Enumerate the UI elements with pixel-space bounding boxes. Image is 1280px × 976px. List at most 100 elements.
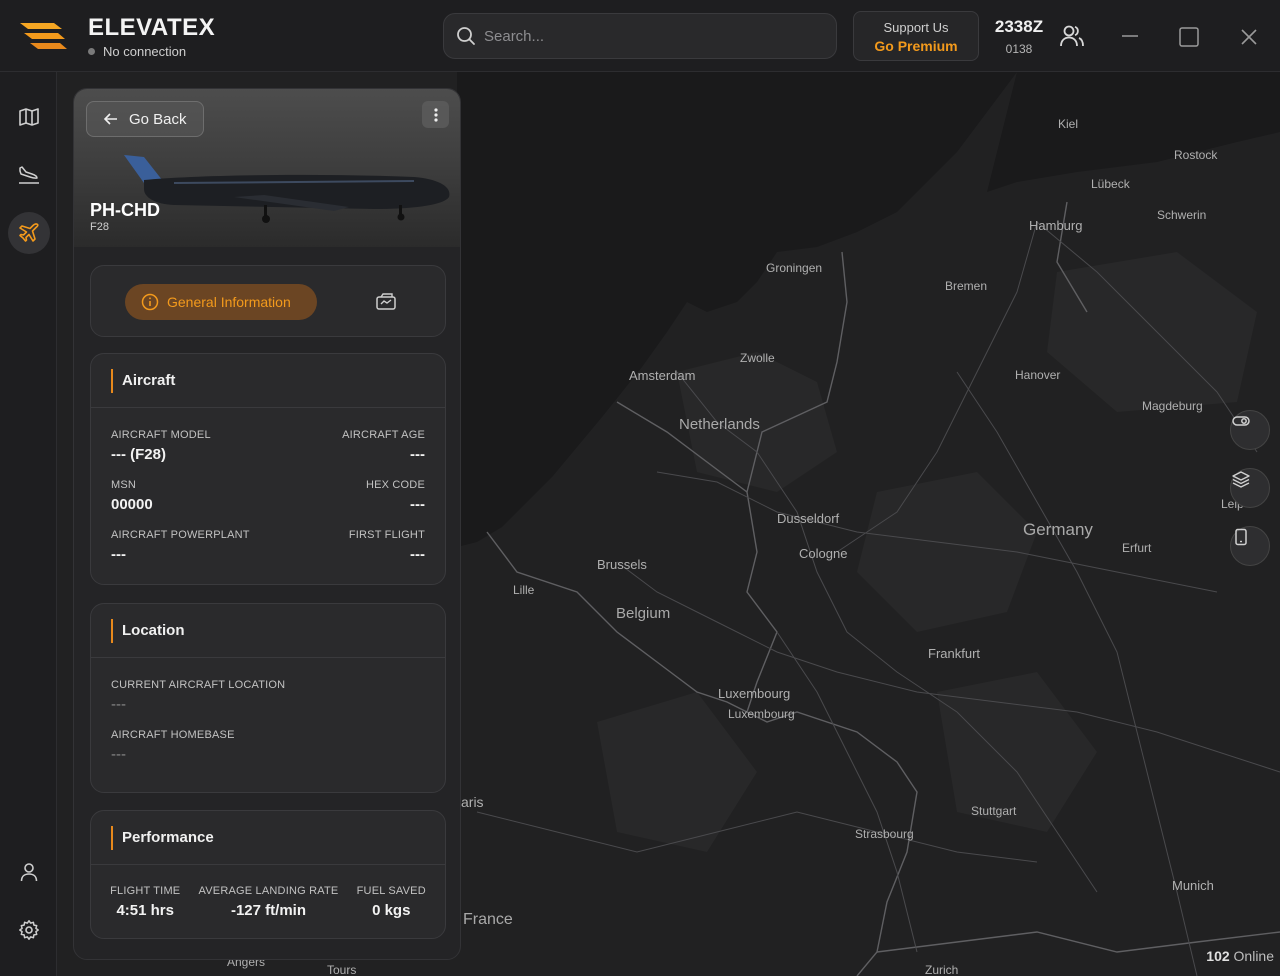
- map-device-button[interactable]: [1230, 526, 1270, 566]
- aircraft-hero: Go Back PH-CHD F28: [74, 89, 460, 247]
- aircraft-card: Aircraft AIRCRAFT MODEL --- (F28) AIRCRA…: [90, 353, 446, 585]
- sidebar-item-profile[interactable]: [8, 851, 50, 893]
- map-city-label: Amsterdam: [629, 368, 696, 383]
- map-layers-button[interactable]: [1230, 468, 1270, 508]
- aircraft-row: AIRCRAFT MODEL --- (F28) AIRCRAFT AGE --…: [91, 429, 445, 463]
- map-toggle-button[interactable]: [1230, 410, 1270, 450]
- field-value: 4:51 hrs: [116, 902, 174, 919]
- local-time: 0138: [1005, 42, 1033, 56]
- field-label: MSN: [111, 479, 137, 491]
- minimize-icon[interactable]: [1120, 26, 1140, 46]
- field-value: ---: [410, 546, 425, 563]
- support-us-label: Support Us: [883, 20, 949, 35]
- map-country-label: Belgium: [616, 605, 671, 622]
- go-premium-button[interactable]: Support Us Go Premium: [853, 11, 979, 61]
- maximize-icon[interactable]: [1178, 26, 1200, 48]
- map-city-label: Luxembourg: [718, 686, 791, 701]
- sidebar-item-map[interactable]: [8, 96, 50, 138]
- sidebar-item-settings[interactable]: [8, 909, 50, 951]
- app-name: ELEVATEX: [88, 14, 216, 41]
- accent-bar: [111, 368, 113, 393]
- tab-logbook[interactable]: [375, 292, 397, 312]
- map-city-label: Strasbourg: [855, 827, 914, 841]
- map-country-label: Netherlands: [679, 416, 760, 433]
- flight-time-field: FLIGHT TIME 4:51 hrs: [110, 885, 180, 919]
- search-bar[interactable]: [443, 13, 837, 59]
- location-card-header: Location: [91, 604, 445, 658]
- field-value: ---: [111, 746, 126, 763]
- first-flight-field: FIRST FLIGHT ---: [349, 529, 425, 563]
- map-city-label: Groningen: [766, 261, 823, 275]
- landing-rate-field: AVERAGE LANDING RATE -127 ft/min: [199, 885, 339, 919]
- online-label: Online: [1233, 948, 1274, 964]
- aircraft-registration: PH-CHD: [90, 200, 160, 220]
- field-value: ---: [410, 446, 425, 463]
- map-city-label: Lübeck: [1091, 177, 1130, 191]
- connection-status-text: No connection: [103, 44, 187, 59]
- map-city-label: Luxembourg: [728, 707, 795, 721]
- search-icon: [457, 27, 475, 45]
- performance-stats: FLIGHT TIME 4:51 hrs AVERAGE LANDING RAT…: [91, 885, 445, 919]
- performance-card: Performance FLIGHT TIME 4:51 hrs AVERAGE…: [90, 810, 446, 939]
- aircraft-model-field: AIRCRAFT MODEL --- (F28): [111, 429, 211, 463]
- info-icon: [141, 293, 159, 311]
- online-count: 102 Online: [1206, 948, 1274, 964]
- location-row: AIRCRAFT HOMEBASE ---: [91, 729, 445, 763]
- map-city-label: Frankfurt: [928, 646, 981, 661]
- panel-tabs: General Information: [90, 265, 446, 337]
- performance-card-title: Performance: [122, 829, 214, 846]
- tablet-icon: [1235, 528, 1247, 546]
- map-city-label: Brussels: [597, 557, 647, 572]
- map-city-label: Bremen: [945, 279, 988, 293]
- accent-bar: [111, 825, 113, 850]
- field-value: -127 ft/min: [230, 902, 306, 919]
- search-input[interactable]: [484, 27, 804, 45]
- aircraft-row: AIRCRAFT POWERPLANT --- FIRST FLIGHT ---: [91, 529, 445, 563]
- location-card: Location CURRENT AIRCRAFT LOCATION --- A…: [90, 603, 446, 793]
- field-label: AVERAGE LANDING RATE: [198, 885, 339, 897]
- landing-icon: [19, 166, 39, 184]
- arrow-left-icon: [103, 113, 117, 125]
- map-city-label: Rostock: [1174, 148, 1218, 162]
- field-label: AIRCRAFT AGE: [342, 429, 425, 441]
- clock: 2338Z 0138: [992, 17, 1046, 56]
- fuel-saved-field: FUEL SAVED 0 kgs: [357, 885, 426, 919]
- aircraft-card-title: Aircraft: [122, 372, 176, 389]
- elevatex-logo[interactable]: [18, 19, 68, 53]
- map-city-label: Hanover: [1015, 368, 1061, 382]
- map-city-label: aris: [461, 794, 484, 810]
- field-value: 0 kgs: [372, 902, 411, 919]
- homebase-field: AIRCRAFT HOMEBASE ---: [111, 729, 235, 763]
- go-premium-label: Go Premium: [874, 38, 958, 54]
- plane-icon: [19, 223, 39, 242]
- close-icon[interactable]: [1238, 26, 1260, 48]
- toggle-icon: [1232, 416, 1250, 426]
- users-icon[interactable]: [1058, 22, 1086, 50]
- connection-status: No connection: [88, 44, 186, 59]
- map-city-label: Schwerin: [1157, 208, 1207, 222]
- field-label: AIRCRAFT HOMEBASE: [111, 729, 235, 741]
- sidebar-item-aircraft[interactable]: [8, 212, 50, 254]
- sidebar-item-flights[interactable]: [8, 154, 50, 196]
- map-city-label: Stuttgart: [971, 804, 1017, 818]
- go-back-button[interactable]: Go Back: [86, 101, 204, 137]
- aircraft-row: MSN 00000 HEX CODE ---: [91, 479, 445, 513]
- app-window: ELEVATEX No connection Support Us Go Pre…: [0, 0, 1280, 976]
- map-country-label: France: [463, 911, 513, 928]
- aircraft-age-field: AIRCRAFT AGE ---: [342, 429, 425, 463]
- map-city-label: Kiel: [1058, 117, 1079, 131]
- map-icon: [19, 108, 39, 126]
- aircraft-type: F28: [90, 221, 109, 233]
- map-city-label: Tours: [327, 963, 357, 976]
- field-label: AIRCRAFT POWERPLANT: [111, 529, 250, 541]
- field-label: FLIGHT TIME: [110, 885, 181, 897]
- aircraft-photo: [124, 155, 450, 223]
- more-options-button[interactable]: [422, 101, 449, 128]
- field-label: FUEL SAVED: [356, 885, 426, 897]
- map-city-label: Munich: [1172, 878, 1214, 893]
- map-city-label: Zwolle: [740, 351, 775, 365]
- map-city-label: Dusseldorf: [777, 511, 840, 526]
- title-bar: ELEVATEX No connection Support Us Go Pre…: [0, 0, 1280, 72]
- field-label: AIRCRAFT MODEL: [111, 429, 211, 441]
- tab-general-information[interactable]: General Information: [125, 284, 317, 320]
